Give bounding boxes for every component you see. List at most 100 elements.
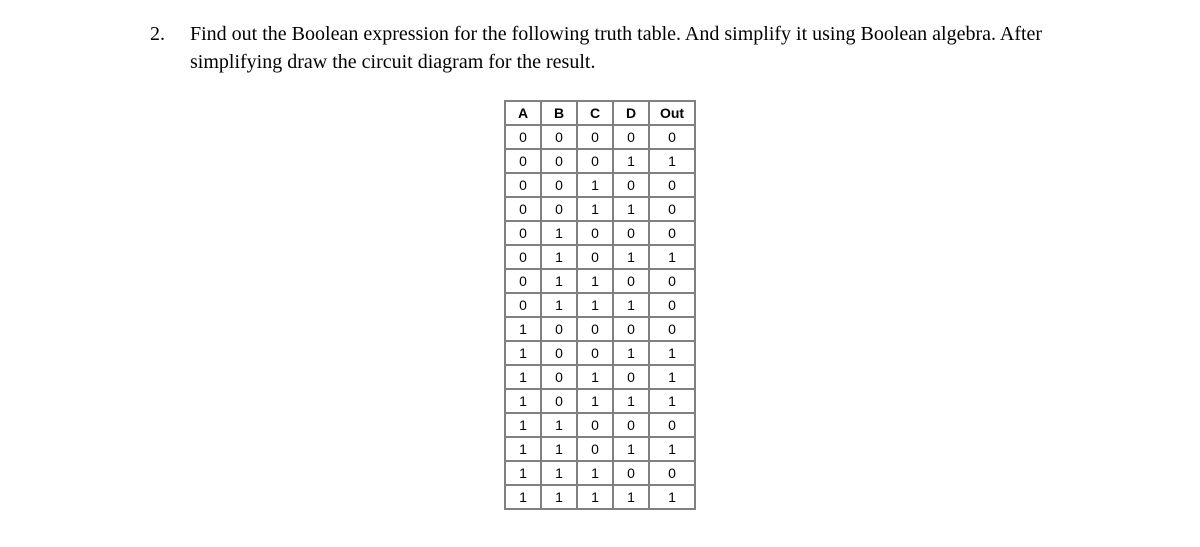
- table-cell: 1: [577, 461, 613, 485]
- table-cell: 0: [505, 197, 541, 221]
- table-cell: 1: [613, 437, 649, 461]
- table-cell: 1: [613, 149, 649, 173]
- table-cell: 0: [505, 173, 541, 197]
- table-cell: 1: [649, 245, 695, 269]
- table-cell: 1: [577, 389, 613, 413]
- table-cell: 1: [649, 149, 695, 173]
- table-cell: 0: [613, 317, 649, 341]
- table-cell: 0: [649, 221, 695, 245]
- table-cell: 0: [613, 461, 649, 485]
- table-row: 11111: [505, 485, 695, 509]
- col-header-a: A: [505, 101, 541, 125]
- table-cell: 1: [505, 317, 541, 341]
- table-cell: 0: [577, 125, 613, 149]
- table-cell: 1: [541, 485, 577, 509]
- table-cell: 0: [613, 413, 649, 437]
- table-cell: 0: [577, 341, 613, 365]
- table-cell: 1: [613, 341, 649, 365]
- col-header-out: Out: [649, 101, 695, 125]
- question-number: 2.: [150, 20, 174, 48]
- table-cell: 0: [505, 269, 541, 293]
- col-header-b: B: [541, 101, 577, 125]
- table-cell: 1: [505, 485, 541, 509]
- table-row: 00000: [505, 125, 695, 149]
- question-text: Find out the Boolean expression for the …: [190, 20, 1090, 76]
- table-cell: 1: [649, 485, 695, 509]
- table-cell: 1: [577, 269, 613, 293]
- col-header-c: C: [577, 101, 613, 125]
- table-cell: 1: [577, 293, 613, 317]
- table-row: 00011: [505, 149, 695, 173]
- table-cell: 0: [541, 173, 577, 197]
- table-cell: 1: [541, 269, 577, 293]
- table-cell: 0: [541, 317, 577, 341]
- table-cell: 0: [649, 461, 695, 485]
- table-cell: 0: [505, 149, 541, 173]
- question-block: 2. Find out the Boolean expression for t…: [150, 20, 1140, 76]
- table-cell: 0: [541, 341, 577, 365]
- table-row: 01110: [505, 293, 695, 317]
- table-row: 11000: [505, 413, 695, 437]
- table-cell: 0: [541, 125, 577, 149]
- table-cell: 1: [649, 389, 695, 413]
- table-cell: 0: [613, 221, 649, 245]
- table-row: 01000: [505, 221, 695, 245]
- table-cell: 1: [613, 293, 649, 317]
- table-cell: 1: [577, 365, 613, 389]
- truth-table: A B C D Out 0000000011001000011001000010…: [504, 100, 696, 510]
- table-cell: 0: [649, 317, 695, 341]
- table-cell: 1: [505, 437, 541, 461]
- table-cell: 0: [613, 125, 649, 149]
- table-cell: 0: [577, 413, 613, 437]
- table-row: 11100: [505, 461, 695, 485]
- table-cell: 0: [649, 125, 695, 149]
- table-cell: 1: [541, 461, 577, 485]
- table-cell: 1: [613, 245, 649, 269]
- table-cell: 0: [577, 221, 613, 245]
- table-row: 00110: [505, 197, 695, 221]
- table-cell: 0: [541, 365, 577, 389]
- table-cell: 0: [541, 389, 577, 413]
- table-cell: 0: [649, 293, 695, 317]
- table-cell: 1: [541, 221, 577, 245]
- table-row: 10000: [505, 317, 695, 341]
- table-cell: 1: [541, 245, 577, 269]
- table-cell: 1: [613, 389, 649, 413]
- table-cell: 1: [613, 197, 649, 221]
- truth-table-header-row: A B C D Out: [505, 101, 695, 125]
- table-cell: 0: [613, 173, 649, 197]
- table-row: 01100: [505, 269, 695, 293]
- table-cell: 0: [613, 365, 649, 389]
- table-cell: 0: [505, 125, 541, 149]
- table-cell: 1: [505, 389, 541, 413]
- table-cell: 1: [505, 461, 541, 485]
- table-cell: 1: [577, 173, 613, 197]
- table-row: 10101: [505, 365, 695, 389]
- table-cell: 1: [505, 365, 541, 389]
- table-cell: 0: [649, 413, 695, 437]
- table-cell: 0: [577, 149, 613, 173]
- table-cell: 0: [649, 173, 695, 197]
- table-row: 10011: [505, 341, 695, 365]
- table-cell: 1: [541, 293, 577, 317]
- table-cell: 0: [613, 269, 649, 293]
- table-cell: 0: [541, 149, 577, 173]
- table-cell: 1: [505, 341, 541, 365]
- table-row: 00100: [505, 173, 695, 197]
- table-cell: 0: [505, 221, 541, 245]
- table-cell: 1: [649, 341, 695, 365]
- col-header-d: D: [613, 101, 649, 125]
- table-cell: 1: [649, 365, 695, 389]
- table-row: 10111: [505, 389, 695, 413]
- table-cell: 1: [505, 413, 541, 437]
- table-cell: 1: [541, 413, 577, 437]
- table-cell: 0: [505, 245, 541, 269]
- table-cell: 0: [541, 197, 577, 221]
- table-cell: 1: [577, 485, 613, 509]
- truth-table-head: A B C D Out: [505, 101, 695, 125]
- table-cell: 0: [577, 317, 613, 341]
- truth-table-body: 0000000011001000011001000010110110001110…: [505, 125, 695, 509]
- table-cell: 1: [613, 485, 649, 509]
- table-cell: 0: [577, 437, 613, 461]
- table-cell: 0: [649, 197, 695, 221]
